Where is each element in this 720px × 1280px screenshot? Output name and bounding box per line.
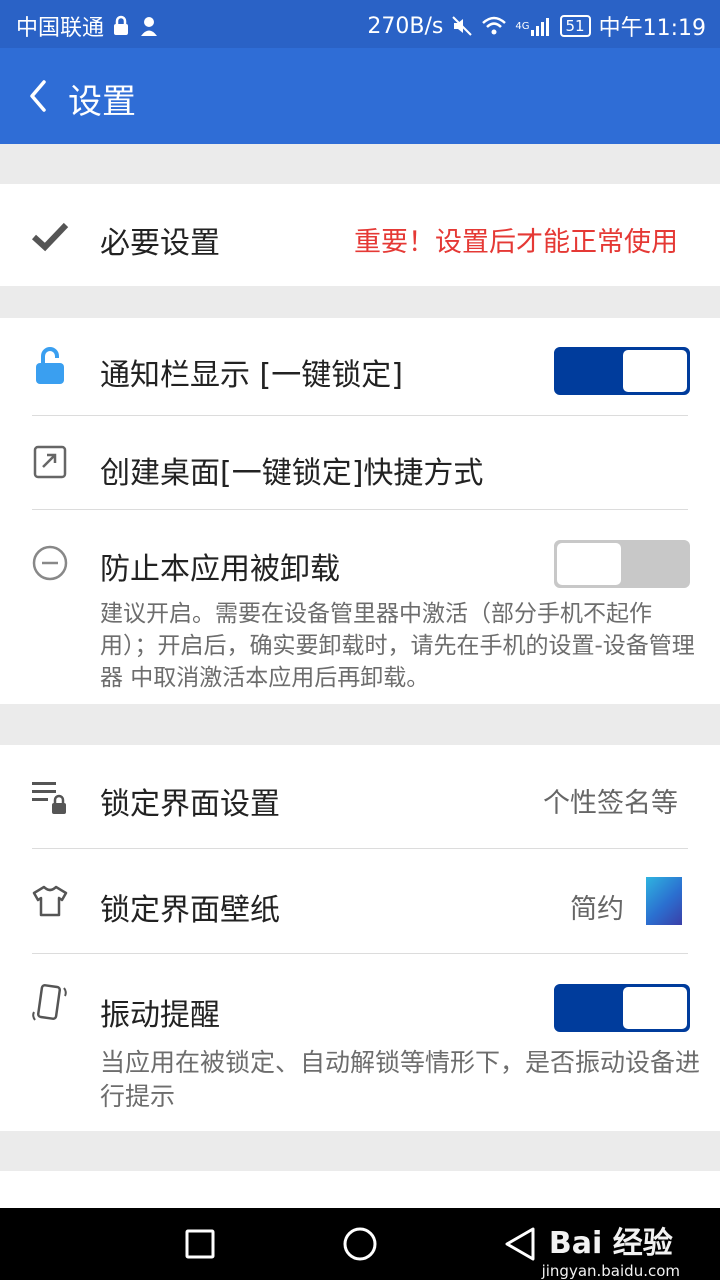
vibrate-phone-icon	[30, 984, 70, 1024]
lock-icon	[112, 15, 130, 37]
wallpaper-row[interactable]: 锁定界面壁纸 简约	[0, 849, 720, 953]
minus-circle-icon	[30, 543, 70, 583]
shortcut-label: 创建桌面[一键锁定]快捷方式	[100, 456, 484, 491]
chevron-left-icon	[30, 80, 46, 112]
lock-screen-settings-value: 个性签名等	[543, 788, 678, 819]
wallpaper-thumbnail	[646, 877, 682, 925]
recents-button[interactable]	[178, 1222, 222, 1266]
vibration-row[interactable]: 振动提醒 当应用在被锁定、自动解锁等情形下，是否振动设备进行提示	[0, 954, 720, 1131]
lock-options-card: 通知栏显示 [一键锁定] 创建桌面[一键锁定]快捷方式 防止本应用被卸载 建议开…	[0, 318, 720, 704]
prevent-uninstall-label: 防止本应用被卸载	[100, 552, 340, 587]
toggle-knob	[623, 987, 687, 1029]
watermark-brand: Bai 经验	[548, 1226, 673, 1261]
lock-screen-settings-row[interactable]: 锁定界面设置 个性签名等	[0, 745, 720, 848]
vibration-toggle[interactable]	[554, 984, 690, 1032]
app-bar: 设置	[0, 48, 720, 144]
status-bar: 中国联通 270B/s 4G 51 中午11:19	[0, 0, 720, 48]
next-settings-card	[0, 1171, 720, 1225]
prevent-uninstall-row[interactable]: 防止本应用被卸载 建议开启。需要在设备管里器中激活（部分手机不起作用）；开启后，…	[0, 510, 720, 704]
essential-settings-hint: 重要！设置后才能正常使用	[354, 227, 678, 258]
toggle-knob	[557, 543, 621, 585]
wifi-icon	[481, 15, 507, 37]
watermark-url: jingyan.baidu.com	[541, 1262, 680, 1280]
notification-row[interactable]: 通知栏显示 [一键锁定]	[0, 318, 720, 414]
lock-screen-settings-label: 锁定界面设置	[100, 787, 280, 822]
circle-icon	[343, 1227, 377, 1261]
assistant-icon	[138, 15, 160, 37]
clock: 中午11:19	[598, 16, 706, 41]
triangle-back-icon	[505, 1227, 535, 1261]
list-lock-icon	[30, 777, 70, 817]
page-title: 设置	[68, 82, 136, 122]
square-icon	[185, 1229, 215, 1259]
back-nav-button[interactable]	[498, 1222, 542, 1266]
notification-label: 通知栏显示 [一键锁定]	[100, 358, 403, 393]
prevent-uninstall-toggle[interactable]	[554, 540, 690, 588]
shortcut-icon	[30, 442, 70, 482]
vibration-label: 振动提醒	[100, 998, 220, 1033]
carrier-label: 中国联通	[16, 16, 105, 41]
wallpaper-value: 简约	[570, 894, 624, 925]
notification-toggle[interactable]	[554, 347, 690, 395]
lock-screen-card: 锁定界面设置 个性签名等 锁定界面壁纸 简约 振动提醒 当应用在被锁定、自动解锁…	[0, 745, 720, 1131]
navigation-bar: Bai 经验 jingyan.baidu.com	[0, 1208, 720, 1280]
mute-icon	[451, 15, 473, 37]
wallpaper-label: 锁定界面壁纸	[100, 893, 280, 928]
prevent-uninstall-description: 建议开启。需要在设备管里器中激活（部分手机不起作用）；开启后，确实要卸载时，请先…	[100, 601, 695, 691]
signal-icon: 4G	[515, 15, 551, 37]
essential-settings-label: 必要设置	[100, 226, 220, 261]
back-button[interactable]	[22, 76, 58, 116]
battery-icon: 51	[559, 15, 591, 37]
toggle-knob	[623, 350, 687, 392]
tshirt-icon	[30, 881, 70, 921]
shortcut-row[interactable]: 创建桌面[一键锁定]快捷方式	[0, 416, 720, 508]
home-button[interactable]	[338, 1222, 382, 1266]
essential-settings-card: 必要设置 重要！设置后才能正常使用	[0, 184, 720, 286]
network-speed: 270B/s	[367, 13, 444, 39]
checkmark-icon	[30, 216, 70, 256]
unlock-icon	[30, 346, 70, 386]
essential-settings-row[interactable]: 必要设置 重要！设置后才能正常使用	[0, 184, 720, 286]
vibration-description: 当应用在被锁定、自动解锁等情形下，是否振动设备进行提示	[100, 1048, 701, 1111]
baidu-jingyan-watermark: Bai 经验 jingyan.baidu.com	[542, 1218, 680, 1280]
